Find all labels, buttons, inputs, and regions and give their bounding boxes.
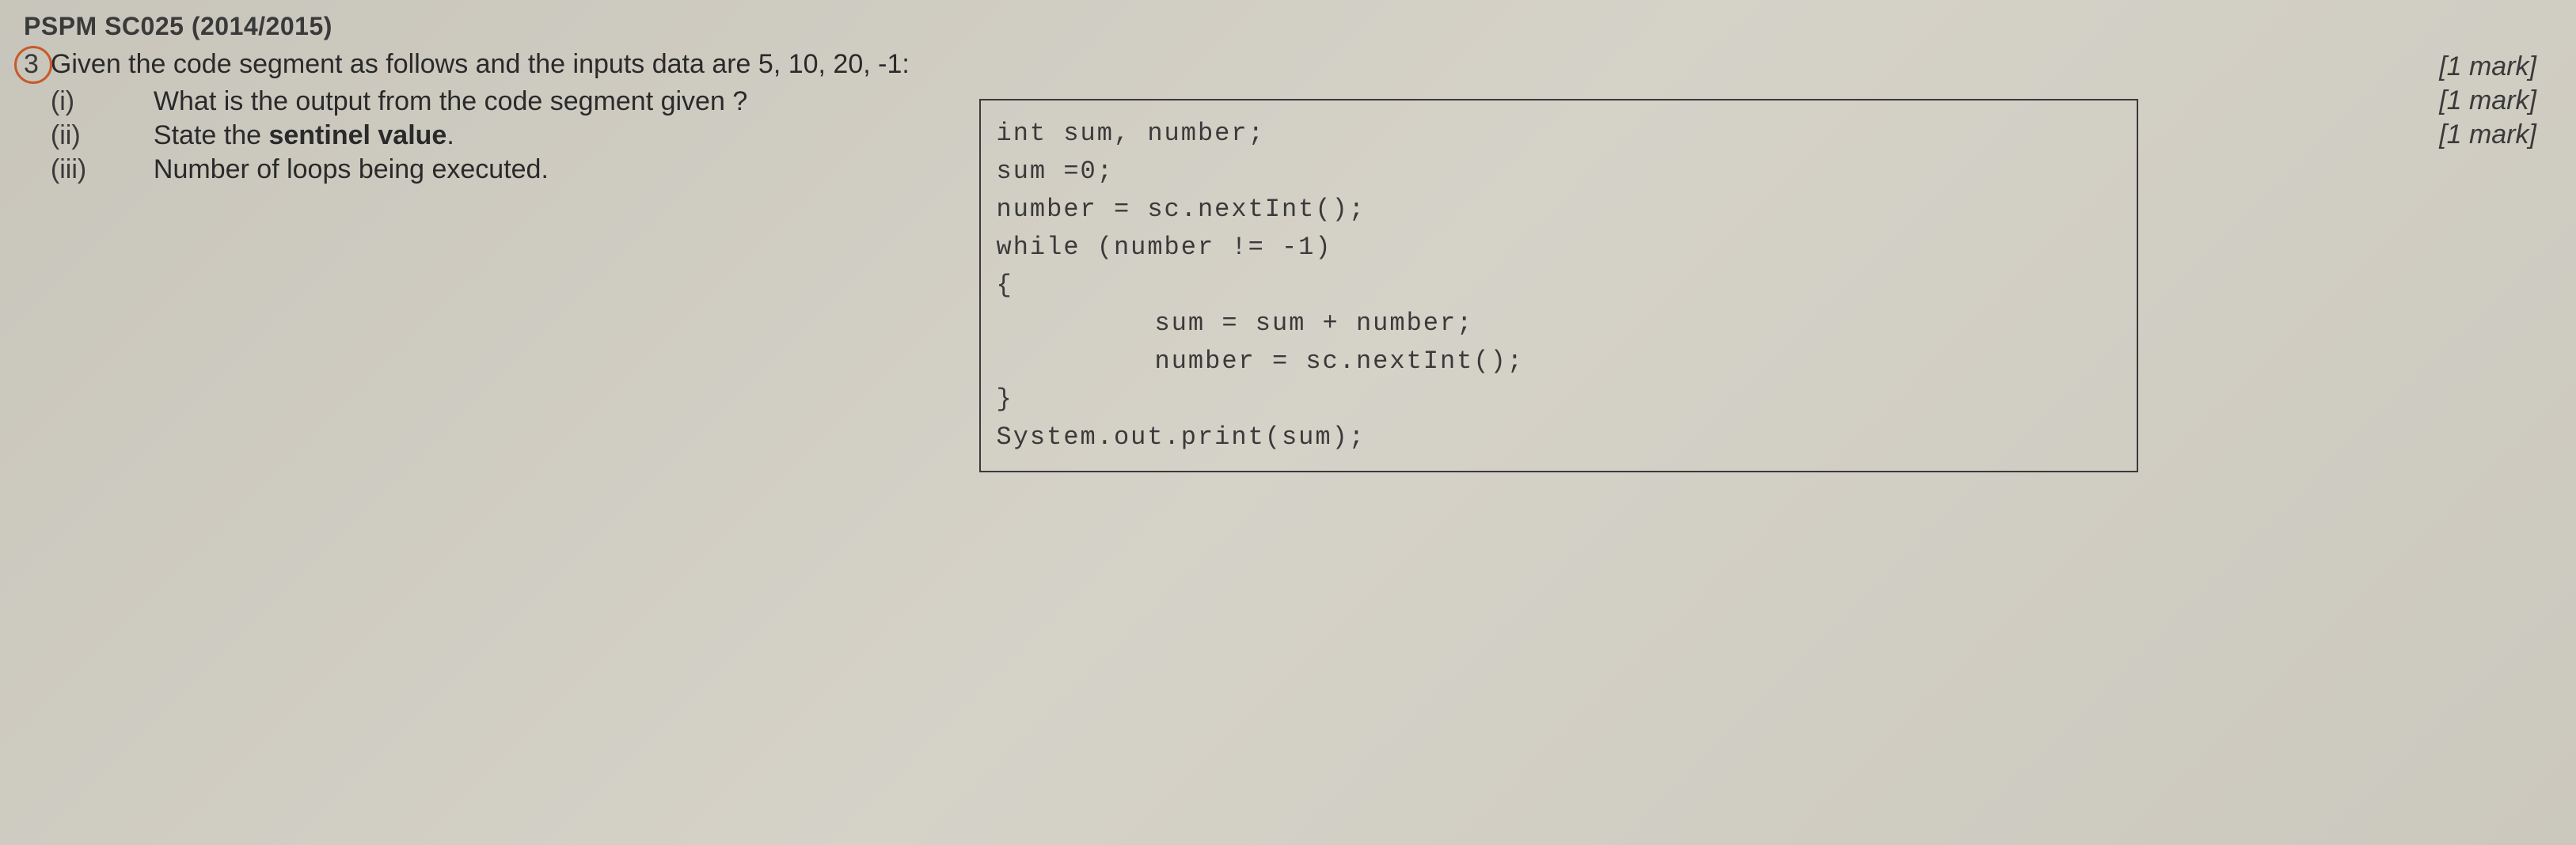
sub-label-i: (i)	[51, 86, 154, 117]
question-number: 3	[24, 49, 39, 80]
code-line-1: int sum, number;	[997, 115, 2121, 153]
sub-label-ii: (ii)	[51, 120, 154, 151]
question-intro: Given the code segment as follows and th…	[51, 49, 2439, 80]
mark-iii: [1 mark]	[2439, 119, 2536, 150]
sub-text-i-content: What is the output from the code segment…	[154, 86, 747, 116]
sub-text-ii-before: State the	[154, 120, 269, 150]
question-number-text: 3	[24, 49, 39, 79]
code-line-2: sum =0;	[997, 153, 2121, 191]
code-line-9: System.out.print(sum);	[997, 419, 2121, 457]
sub-text-ii: State the sentinel value.	[154, 120, 454, 151]
sub-text-iii: Number of loops being executed.	[154, 154, 549, 185]
code-line-3: number = sc.nextInt();	[997, 191, 2121, 229]
sub-text-iii-content: Number of loops being executed.	[154, 154, 549, 184]
sub-label-iii: (iii)	[51, 154, 154, 185]
code-line-6: sum = sum + number;	[997, 305, 2121, 343]
code-line-8: }	[997, 381, 2121, 419]
exam-header: PSPM SC025 (2014/2015)	[24, 12, 2439, 41]
mark-ii: [1 mark]	[2439, 85, 2536, 116]
code-line-5: {	[997, 267, 2121, 305]
sub-text-ii-after: .	[446, 120, 454, 150]
marks-column: [1 mark] [1 mark] [1 mark]	[2439, 12, 2552, 150]
mark-i: [1 mark]	[2439, 51, 2536, 82]
code-line-4: while (number != -1)	[997, 229, 2121, 267]
sub-text-i: What is the output from the code segment…	[154, 86, 747, 117]
sub-text-ii-bold: sentinel value	[268, 120, 446, 150]
code-line-7: number = sc.nextInt();	[997, 343, 2121, 381]
code-segment-box: int sum, number; sum =0; number = sc.nex…	[979, 99, 2138, 472]
